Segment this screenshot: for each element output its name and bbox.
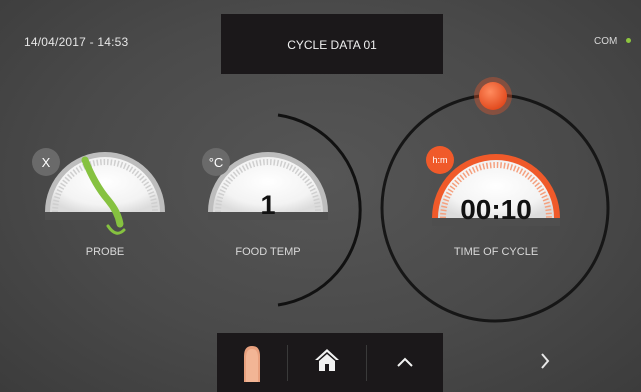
cycle-time-label: TIME OF CYCLE — [453, 246, 539, 258]
probe-badge: X — [32, 148, 60, 176]
food-temp-label: FOOD TEMP — [235, 246, 301, 258]
up-button[interactable] — [367, 333, 443, 392]
home-icon — [314, 347, 340, 378]
probe-dial[interactable] — [45, 152, 165, 220]
chevron-right-icon — [540, 352, 550, 374]
back-icon — [232, 338, 272, 387]
cycle-time-value: 00:10 — [460, 194, 532, 225]
next-button[interactable] — [530, 348, 560, 378]
cycle-time-knob[interactable] — [474, 77, 512, 115]
cycle-time-unit-badge: h:m — [426, 146, 454, 174]
food-temp-unit-badge: °C — [202, 148, 230, 176]
bottom-nav-bar — [217, 333, 443, 392]
food-temp-value: 1 — [260, 190, 276, 220]
home-button[interactable] — [288, 333, 366, 392]
back-button[interactable] — [217, 333, 287, 392]
probe-label: PROBE — [85, 246, 125, 258]
chevron-up-icon — [397, 354, 413, 372]
oven-control-screen: 14/04/2017 - 14:53 CYCLE DATA 01 COM 1 0… — [0, 0, 641, 392]
